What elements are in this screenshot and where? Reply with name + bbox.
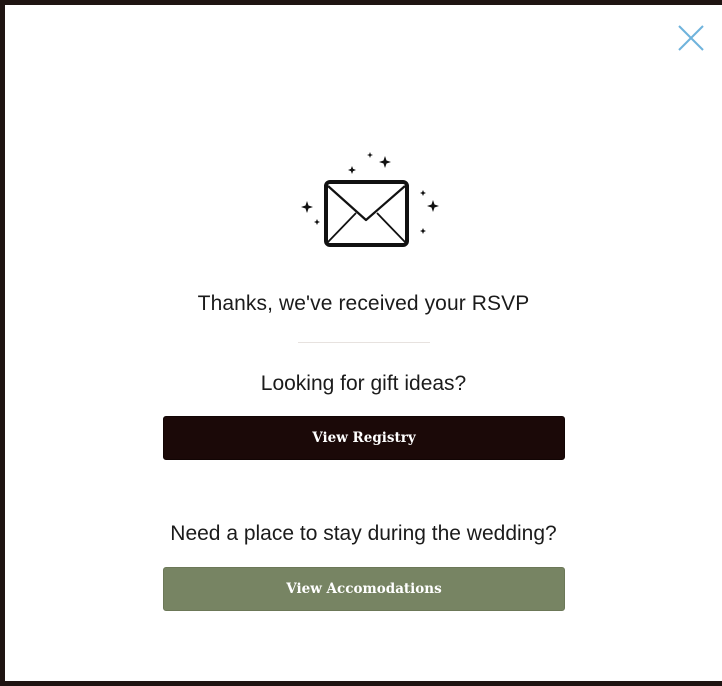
view-accommodations-button-label: View Accomodations <box>286 581 442 597</box>
gift-ideas-prompt: Looking for gift ideas? <box>260 372 467 395</box>
view-accommodations-button[interactable]: View Accomodations <box>163 567 565 611</box>
accommodations-prompt: Need a place to stay during the wedding? <box>170 522 557 545</box>
rsvp-confirmation-modal: Thanks, we've received your RSVP Looking… <box>5 5 722 681</box>
view-registry-button[interactable]: View Registry <box>163 416 565 460</box>
view-registry-button-label: View Registry <box>312 430 416 446</box>
rsvp-confirmation-text: Thanks, we've received your RSVP <box>197 292 530 315</box>
close-icon <box>678 25 704 51</box>
divider <box>298 342 430 343</box>
envelope-sparkles-icon <box>293 142 441 254</box>
close-button[interactable] <box>675 22 707 54</box>
